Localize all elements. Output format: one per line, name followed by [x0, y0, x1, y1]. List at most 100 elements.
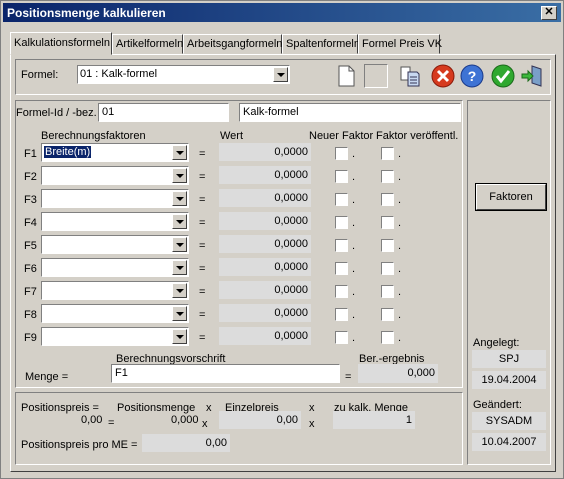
formel-bez-field[interactable]: Kalk-formel — [239, 103, 461, 122]
faktor-veroeffentl-header: Faktor veröffentl. — [376, 130, 459, 142]
faktor-veroeffentl-checkbox[interactable] — [381, 193, 394, 206]
tab-spaltenformeln[interactable]: Spaltenformeln — [282, 34, 360, 54]
factor-select[interactable] — [41, 327, 189, 346]
delete-icon[interactable] — [431, 64, 455, 88]
positionspreis-pro-me-label: Positionspreis pro ME = — [21, 439, 138, 451]
checkbox-dot: . — [398, 194, 402, 206]
copy-icon[interactable] — [398, 64, 422, 88]
checkbox-dot: . — [352, 240, 356, 252]
confirm-icon[interactable] — [491, 64, 515, 88]
faktor-veroeffentl-checkbox[interactable] — [381, 262, 394, 275]
neuer-faktor-checkbox[interactable] — [335, 331, 348, 344]
svg-text:?: ? — [468, 68, 477, 84]
close-icon: ✕ — [544, 6, 554, 18]
tab-artikelformeln[interactable]: Artikelformeln — [112, 34, 183, 54]
factor-wert: 0,0000 — [219, 235, 311, 253]
checkbox-dot: . — [352, 194, 356, 206]
tab-kalkulationsformeln[interactable]: Kalkulationsformeln — [10, 32, 112, 55]
tab-panel: Formel: 01 : Kalk-formel ? Formel-Id / -… — [10, 54, 556, 472]
checkbox-dot: . — [352, 309, 356, 321]
factor-equals: = — [199, 194, 206, 206]
berechnungsvorschrift-field[interactable]: F1 — [111, 364, 340, 383]
blank-icon[interactable] — [364, 64, 388, 88]
chevron-down-icon[interactable] — [273, 67, 288, 82]
formel-select[interactable]: 01 : Kalk-formel — [77, 65, 290, 84]
dialog-window: Positionsmenge kalkulieren ✕ Kalkulation… — [0, 0, 564, 479]
exit-icon[interactable] — [520, 64, 544, 88]
faktor-veroeffentl-checkbox[interactable] — [381, 170, 394, 183]
factor-equals: = — [199, 240, 206, 252]
factor-label: F2 — [24, 171, 37, 183]
factor-label: F5 — [24, 240, 37, 252]
factor-label: F7 — [24, 286, 37, 298]
factor-equals: = — [199, 263, 206, 275]
chevron-down-icon[interactable] — [172, 329, 187, 344]
neuer-faktor-checkbox[interactable] — [335, 170, 348, 183]
new-document-icon[interactable] — [334, 64, 358, 88]
angelegt-label: Angelegt: — [473, 337, 520, 349]
chevron-down-icon[interactable] — [172, 306, 187, 321]
faktor-veroeffentl-checkbox[interactable] — [381, 285, 394, 298]
factor-select[interactable] — [41, 166, 189, 185]
formel-label: Formel: — [21, 69, 59, 81]
chevron-down-icon[interactable] — [172, 283, 187, 298]
neuer-faktor-checkbox[interactable] — [335, 147, 348, 160]
positionspreis-pro-me-value: 0,00 — [142, 434, 230, 452]
factor-label: F8 — [24, 309, 37, 321]
factor-select[interactable] — [41, 304, 189, 323]
menge-label: Menge = — [25, 371, 69, 383]
factor-equals: = — [199, 332, 206, 344]
chevron-down-icon[interactable] — [172, 237, 187, 252]
chevron-down-icon[interactable] — [172, 260, 187, 275]
positionspreis-equals: = — [108, 417, 115, 429]
factor-select[interactable] — [41, 258, 189, 277]
positionspreis-value: 0,00 — [81, 414, 103, 426]
faktor-veroeffentl-checkbox[interactable] — [381, 216, 394, 229]
neuer-faktor-checkbox[interactable] — [335, 216, 348, 229]
tab-arbeitsgangformeln[interactable]: Arbeitsgangformeln — [183, 34, 282, 54]
berechnungsfaktoren-header: Berechnungsfaktoren — [41, 130, 146, 142]
formel-id-field[interactable]: 01 — [98, 103, 229, 122]
chevron-down-icon[interactable] — [172, 168, 187, 183]
factor-label: F4 — [24, 217, 37, 229]
vorschrift-equals: = — [345, 371, 352, 383]
chevron-down-icon[interactable] — [172, 191, 187, 206]
factor-select[interactable] — [41, 189, 189, 208]
neuer-faktor-checkbox[interactable] — [335, 308, 348, 321]
factor-wert: 0,0000 — [219, 304, 311, 322]
factor-wert: 0,0000 — [219, 189, 311, 207]
factor-select-value: Breite(m) — [44, 146, 92, 158]
formel-select-value: 01 : Kalk-formel — [80, 68, 158, 80]
factor-select[interactable] — [41, 281, 189, 300]
factor-equals: = — [199, 309, 206, 321]
help-icon[interactable]: ? — [460, 64, 484, 88]
factor-select[interactable]: Breite(m) — [41, 143, 189, 162]
checkbox-dot: . — [352, 332, 356, 344]
factor-wert: 0,0000 — [219, 212, 311, 230]
close-button[interactable]: ✕ — [541, 6, 557, 20]
neuer-faktor-checkbox[interactable] — [335, 193, 348, 206]
checkbox-dot: . — [398, 309, 402, 321]
chevron-down-icon[interactable] — [172, 214, 187, 229]
zu-kalk-menge-value: 1 — [333, 411, 415, 429]
multiply-sign-4: x — [309, 418, 315, 430]
chevron-down-icon[interactable] — [172, 145, 187, 160]
checkbox-dot: . — [352, 286, 356, 298]
faktor-veroeffentl-checkbox[interactable] — [381, 147, 394, 160]
faktoren-button[interactable]: Faktoren — [476, 184, 546, 210]
factor-label: F9 — [24, 332, 37, 344]
neuer-faktor-checkbox[interactable] — [335, 285, 348, 298]
factor-select[interactable] — [41, 235, 189, 254]
tab-formel-preis-vk[interactable]: Formel Preis VK — [358, 34, 442, 54]
checkbox-dot: . — [398, 171, 402, 183]
neuer-faktor-header: Neuer Faktor — [309, 130, 374, 142]
neuer-faktor-checkbox[interactable] — [335, 262, 348, 275]
faktor-veroeffentl-checkbox[interactable] — [381, 308, 394, 321]
faktor-veroeffentl-checkbox[interactable] — [381, 239, 394, 252]
factor-select[interactable] — [41, 212, 189, 231]
multiply-sign-1: x — [206, 402, 212, 414]
neuer-faktor-checkbox[interactable] — [335, 239, 348, 252]
factor-wert: 0,0000 — [219, 143, 311, 161]
checkbox-dot: . — [352, 263, 356, 275]
faktor-veroeffentl-checkbox[interactable] — [381, 331, 394, 344]
